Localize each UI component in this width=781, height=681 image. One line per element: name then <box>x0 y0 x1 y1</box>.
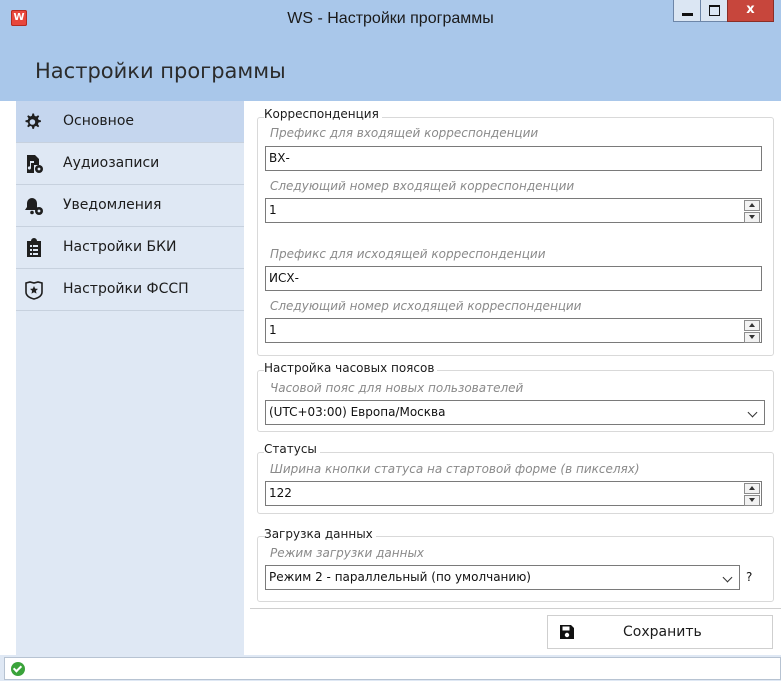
chevron-down-icon <box>722 572 733 583</box>
sidebar-item-general[interactable]: Основное <box>16 101 244 143</box>
status-bar <box>0 655 781 681</box>
sidebar-item-label: Настройки ФССП <box>63 281 189 297</box>
clipboard-list-icon <box>27 238 41 257</box>
minimize-icon <box>682 13 693 16</box>
field-label: Следующий номер исходящей корреспонденци… <box>270 299 582 313</box>
close-button[interactable]: x <box>727 0 774 22</box>
decrement-button[interactable] <box>744 212 760 223</box>
group-legend: Статусы <box>264 442 320 456</box>
input-value: 1 <box>269 323 277 337</box>
shield-star-icon <box>25 281 43 300</box>
input-value: ВХ- <box>269 151 290 165</box>
field-label: Режим загрузки данных <box>270 546 425 560</box>
window-title-bar: W WS - Настройки программы x <box>0 0 781 37</box>
sidebar-item-label: Настройки БКИ <box>63 239 177 255</box>
save-button[interactable]: Сохранить <box>547 615 773 649</box>
sidebar-item-label: Основное <box>63 113 135 129</box>
field-label: Префикс для исходящей корреспонденции <box>270 247 546 261</box>
field-label: Ширина кнопки статуса на стартовой форме… <box>270 462 640 476</box>
input-value: 122 <box>269 486 292 500</box>
spin-buttons <box>744 320 760 343</box>
bell-gear-icon <box>25 198 43 215</box>
close-icon: x <box>746 2 755 17</box>
incoming-prefix-input[interactable]: ВХ- <box>265 146 762 171</box>
decrement-button[interactable] <box>744 495 760 506</box>
window-controls: x <box>673 0 774 22</box>
select-value: (UTC+03:00) Европа/Москва <box>269 405 446 419</box>
page-title: Настройки программы <box>35 59 286 83</box>
gear-icon <box>25 113 41 129</box>
chevron-down-icon <box>747 407 758 418</box>
spin-buttons <box>744 483 760 506</box>
select-value: Режим 2 - параллельный (по умолчанию) <box>269 570 531 584</box>
group-legend: Загрузка данных <box>264 527 376 541</box>
maximize-button[interactable] <box>700 0 728 22</box>
minimize-button[interactable] <box>673 0 701 22</box>
save-disk-icon <box>560 625 574 639</box>
sidebar: Основное Аудиозаписи Уведомления Настрой… <box>16 101 244 655</box>
field-label: Префикс для входящей корреспонденции <box>270 126 539 140</box>
help-icon[interactable]: ? <box>746 570 752 584</box>
page-header: Настройки программы <box>0 37 781 101</box>
save-button-label: Сохранить <box>623 624 702 640</box>
sidebar-item-audio[interactable]: Аудиозаписи <box>16 143 244 185</box>
spin-buttons <box>744 200 760 223</box>
divider <box>250 608 781 609</box>
status-field <box>4 657 781 680</box>
decrement-button[interactable] <box>744 332 760 343</box>
ok-check-icon <box>11 662 25 676</box>
sidebar-item-fssp[interactable]: Настройки ФССП <box>16 269 244 311</box>
outgoing-prefix-input[interactable]: ИСХ- <box>265 266 762 291</box>
maximize-icon <box>709 5 720 16</box>
input-value: 1 <box>269 203 277 217</box>
sidebar-item-label: Аудиозаписи <box>63 155 160 171</box>
window-title: WS - Настройки программы <box>287 10 494 27</box>
sidebar-item-notifications[interactable]: Уведомления <box>16 185 244 227</box>
status-button-width-stepper[interactable]: 122 <box>265 481 762 506</box>
sidebar-item-bki[interactable]: Настройки БКИ <box>16 227 244 269</box>
field-label: Следующий номер входящей корреспонденции <box>270 179 575 193</box>
group-legend: Настройка часовых поясов <box>264 361 438 375</box>
incoming-next-number-stepper[interactable]: 1 <box>265 198 762 223</box>
increment-button[interactable] <box>744 483 760 494</box>
input-value: ИСХ- <box>269 271 299 285</box>
outgoing-next-number-stepper[interactable]: 1 <box>265 318 762 343</box>
data-loading-mode-select[interactable]: Режим 2 - параллельный (по умолчанию) <box>265 565 740 590</box>
sidebar-item-label: Уведомления <box>63 197 162 213</box>
group-legend: Корреспонденция <box>264 107 382 121</box>
field-label: Часовой пояс для новых пользователей <box>270 381 524 395</box>
timezone-select[interactable]: (UTC+03:00) Европа/Москва <box>265 400 765 425</box>
audio-file-gear-icon <box>27 155 43 173</box>
increment-button[interactable] <box>744 320 760 331</box>
increment-button[interactable] <box>744 200 760 211</box>
